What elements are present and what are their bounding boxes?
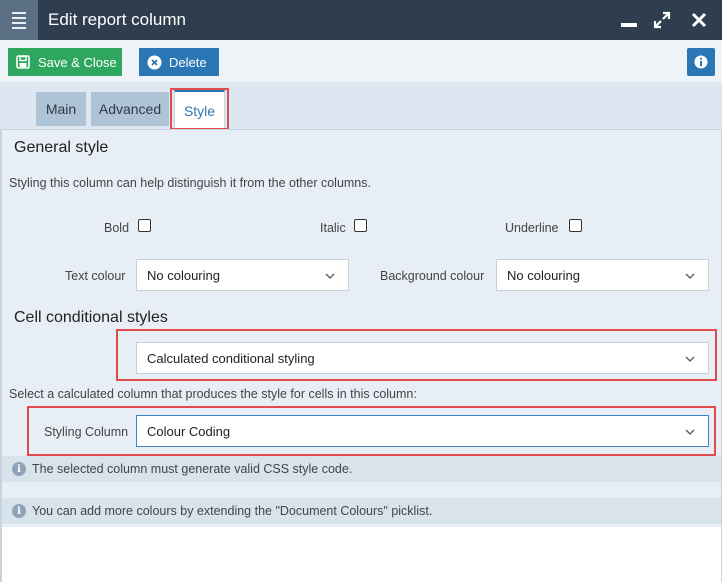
info-message-css: i The selected column must generate vali… — [2, 456, 721, 482]
tab-advanced[interactable]: Advanced — [91, 92, 169, 126]
general-style-heading: General style — [14, 139, 109, 156]
style-tab-highlight — [170, 88, 229, 130]
info-message-colours: i You can add more colours by extending … — [2, 498, 721, 524]
info-button[interactable] — [687, 48, 715, 76]
background-colour-select[interactable]: No colouring — [496, 259, 709, 291]
underline-label: Underline — [505, 221, 559, 235]
info-icon — [694, 55, 708, 69]
info-text-colours: You can add more colours by extending th… — [32, 504, 433, 518]
title-bar: Edit report column — [0, 0, 722, 40]
save-close-button[interactable]: Save & Close — [8, 48, 122, 76]
tab-strip: Main Advanced Style — [0, 82, 722, 129]
save-icon — [8, 55, 38, 69]
info-icon: i — [12, 504, 26, 518]
window-title: Edit report column — [48, 10, 186, 29]
tab-main[interactable]: Main — [36, 92, 86, 126]
save-close-label: Save & Close — [38, 54, 117, 70]
maximize-icon[interactable] — [651, 8, 673, 32]
delete-icon — [139, 55, 169, 70]
underline-checkbox[interactable] — [569, 219, 582, 232]
background-colour-value: No colouring — [507, 267, 580, 283]
bold-label: Bold — [104, 221, 130, 235]
text-colour-label: Text colour — [65, 269, 126, 283]
content-blank-area — [2, 527, 721, 582]
toolbar: Save & Close Delete — [0, 40, 722, 82]
info-icon: i — [12, 462, 26, 476]
chevron-down-icon — [685, 273, 695, 279]
delete-button[interactable]: Delete — [139, 48, 219, 76]
background-colour-label: Background colour — [380, 269, 485, 283]
styling-column-highlight — [27, 406, 716, 456]
hamburger-icon[interactable] — [0, 0, 38, 40]
info-text-css: The selected column must generate valid … — [32, 462, 353, 476]
delete-label: Delete — [169, 54, 207, 70]
general-style-description: Styling this column can help distinguish… — [9, 176, 371, 190]
text-colour-select[interactable]: No colouring — [136, 259, 349, 291]
close-icon[interactable] — [688, 8, 710, 32]
conditional-styles-heading: Cell conditional styles — [14, 309, 168, 326]
style-panel: General style Styling this column can he… — [0, 129, 722, 582]
styling-column-description: Select a calculated column that produces… — [9, 387, 417, 401]
conditional-mode-highlight — [116, 329, 717, 381]
chevron-down-icon — [325, 273, 335, 279]
italic-label: Italic — [320, 221, 346, 235]
italic-checkbox[interactable] — [354, 219, 367, 232]
bold-checkbox[interactable] — [138, 219, 151, 232]
text-colour-value: No colouring — [147, 267, 220, 283]
minimize-icon[interactable] — [618, 8, 640, 32]
